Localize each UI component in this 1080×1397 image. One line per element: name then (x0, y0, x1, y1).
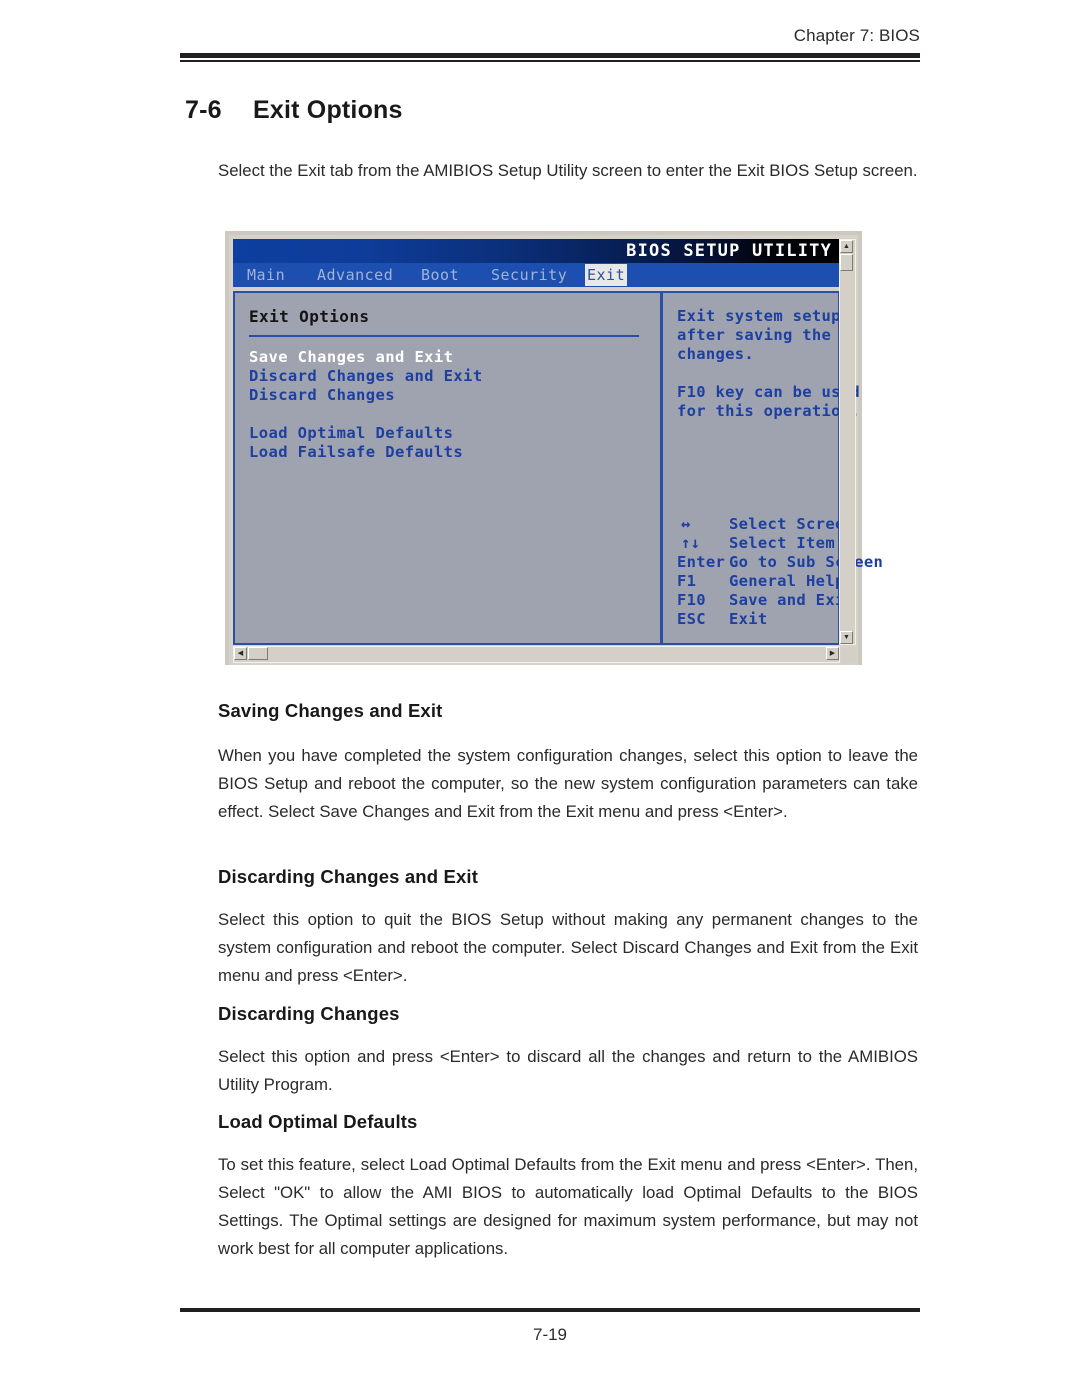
scroll-left-icon[interactable]: ◀ (234, 647, 247, 660)
bios-item-save-changes-and-exit[interactable]: Save Changes and Exit (249, 348, 660, 367)
bios-heading-underline (249, 335, 639, 337)
bios-item-load-failsafe-defaults[interactable]: Load Failsafe Defaults (249, 443, 660, 462)
running-header: Chapter 7: BIOS (793, 26, 920, 45)
subheading-load-optimal-defaults: Load Optimal Defaults (218, 1111, 418, 1132)
horizontal-scrollbar[interactable]: ◀ ▶ (233, 646, 840, 663)
header-rule (180, 53, 920, 62)
bios-help-line-2: after saving the (677, 326, 832, 344)
vertical-scrollbar-thumb[interactable] (840, 254, 853, 271)
bios-title-bar: BIOS SETUP UTILITY (233, 239, 840, 263)
horizontal-scrollbar-thumb[interactable] (248, 647, 268, 660)
bios-panel-heading: Exit Options (249, 307, 370, 326)
bios-key-label-enter: Enter (677, 553, 726, 571)
bios-menu-bar: Main Advanced Boot Security Exit (233, 263, 840, 287)
bios-title: BIOS SETUP UTILITY (626, 241, 832, 261)
bios-screenshot-figure: BIOS SETUP UTILITY Main Advanced Boot Se… (225, 231, 883, 665)
bios-key-label-f10: F10 (677, 591, 706, 609)
left-right-arrow-icon: ↔ (681, 515, 691, 533)
bios-tab-exit[interactable]: Exit (585, 264, 628, 286)
subheading-discarding-changes: Discarding Changes (218, 1003, 400, 1024)
page-number: 7-19 (532, 1325, 568, 1344)
bios-item-load-optimal-defaults[interactable]: Load Optimal Defaults (249, 424, 660, 443)
page-title: 7-6 Exit Options (185, 96, 403, 125)
bios-help-line-3: changes. (677, 345, 755, 363)
bios-key-desc-f1: General Help (729, 572, 845, 590)
bios-help-line-1: Exit system setup (677, 307, 841, 325)
paragraph-saving-changes-and-exit: When you have completed the system confi… (218, 746, 918, 821)
subheading-discarding-changes-and-exit: Discarding Changes and Exit (218, 866, 479, 887)
bios-tab-advanced[interactable]: Advanced (317, 264, 393, 286)
bios-help-spacer (677, 364, 838, 383)
bios-menu-group-primary: Save Changes and Exit Discard Changes an… (249, 348, 660, 405)
bios-tab-boot[interactable]: Boot (421, 264, 459, 286)
bios-help-panel: Exit system setup after saving the chang… (663, 293, 883, 643)
bios-tab-security[interactable]: Security (491, 264, 567, 286)
bios-key-desc-f10: Save and Exit (729, 591, 855, 609)
bios-item-discard-changes-and-exit[interactable]: Discard Changes and Exit (249, 367, 660, 386)
paragraph-discarding-changes: Select this option and press <Enter> to … (218, 1047, 918, 1094)
bios-key-desc-select-screen: Select Screen (729, 515, 855, 533)
scrollbar-corner (841, 648, 856, 663)
bios-key-desc-select-item: Select Item (729, 534, 835, 552)
section-number: 7-6 (185, 96, 222, 124)
footer-rule (180, 1308, 920, 1312)
subheading-saving-changes-and-exit: Saving Changes and Exit (218, 700, 443, 721)
bios-key-desc-enter: Go to Sub Screen (729, 553, 884, 571)
up-down-arrow-icon: ↑↓ (681, 534, 701, 552)
scroll-right-icon[interactable]: ▶ (826, 647, 839, 660)
intro-paragraph: Select the Exit tab from the AMIBIOS Set… (218, 161, 918, 180)
paragraph-discarding-changes-and-exit: Select this option to quit the BIOS Setu… (218, 910, 918, 985)
paragraph-load-optimal-defaults: To set this feature, select Load Optimal… (218, 1155, 918, 1258)
bios-window: BIOS SETUP UTILITY Main Advanced Boot Se… (229, 235, 883, 665)
bios-key-desc-esc: Exit (729, 610, 768, 628)
vertical-scrollbar[interactable]: ▲ ▼ (839, 239, 856, 645)
bios-menu-group-defaults: Load Optimal Defaults Load Failsafe Defa… (249, 424, 660, 462)
header-rule-thin (180, 60, 920, 62)
scroll-up-icon[interactable]: ▲ (840, 240, 853, 253)
bios-content-area: Exit Options Save Changes and Exit Disca… (233, 291, 883, 645)
bios-left-panel: Exit Options Save Changes and Exit Disca… (235, 293, 660, 643)
bios-help-line-4: F10 key can be used (677, 383, 861, 401)
bios-help-line-5: for this operation. (677, 402, 861, 420)
bios-key-label-f1: F1 (677, 572, 697, 590)
scroll-down-icon[interactable]: ▼ (840, 631, 853, 644)
bios-item-discard-changes[interactable]: Discard Changes (249, 386, 660, 405)
bios-key-label-esc: ESC (677, 610, 706, 628)
bios-tab-main[interactable]: Main (247, 264, 285, 286)
section-title-text: Exit Options (253, 96, 403, 124)
